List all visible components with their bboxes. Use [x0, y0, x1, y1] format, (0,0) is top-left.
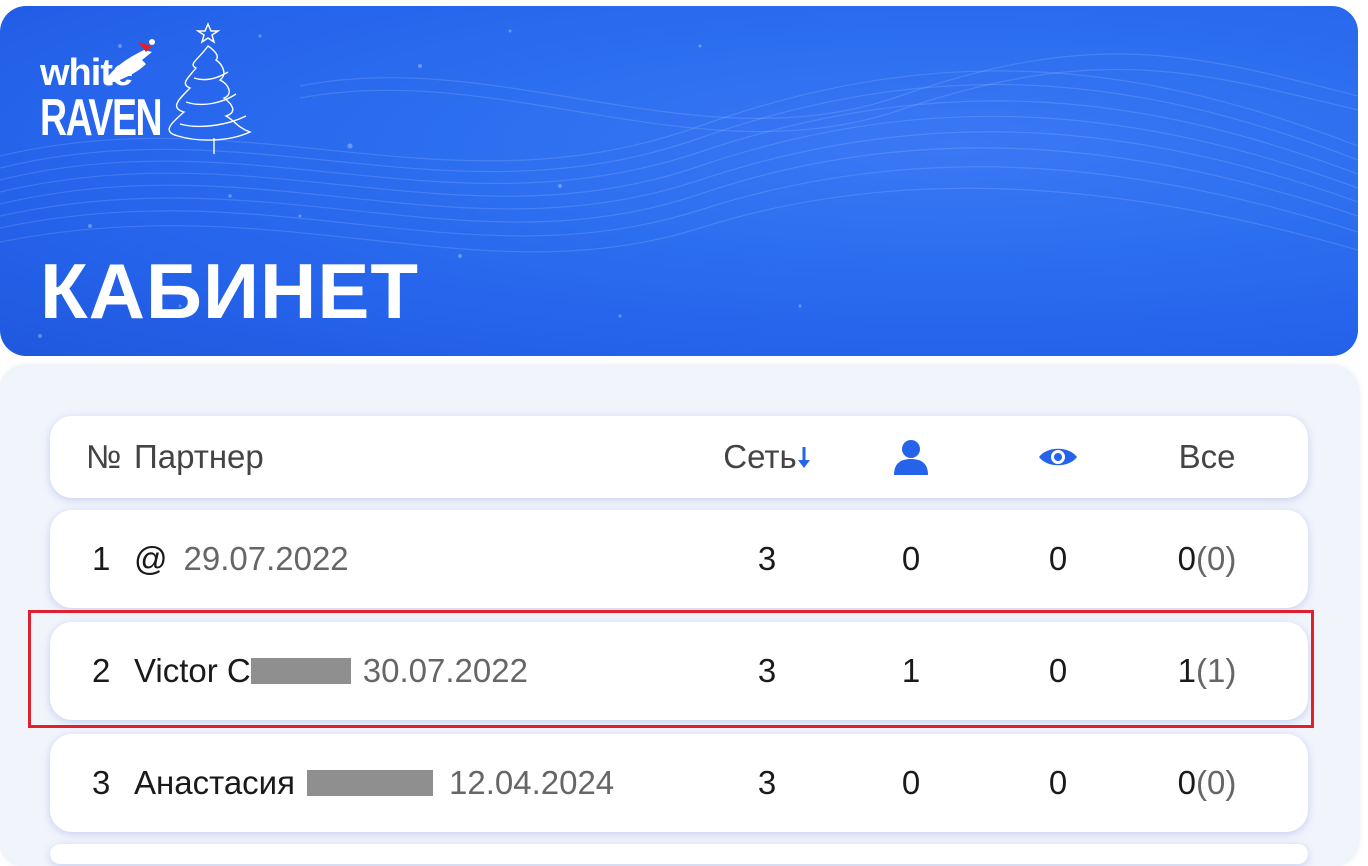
users-count: 0 [901, 764, 921, 801]
header-users-sort[interactable] [850, 416, 972, 498]
partner-name-text: Анастасия [134, 764, 295, 801]
header-network-label: Сеть [723, 438, 797, 475]
network-count: 3 [757, 540, 777, 577]
header-views-sort[interactable] [996, 416, 1120, 498]
header-number: № [86, 438, 122, 475]
partner-name[interactable]: Анастасия 12.04.2024 [134, 734, 614, 832]
arrow-down-icon [797, 447, 810, 468]
user-icon [894, 440, 928, 475]
join-date: 12.04.2024 [449, 764, 615, 801]
christmas-tree-icon [168, 22, 252, 154]
table-row[interactable]: 3 Анастасия 12.04.2024 3 0 0 0 (0) [50, 734, 1308, 832]
users-count: 0 [901, 540, 921, 577]
all-count-value: 0 [1177, 764, 1196, 801]
all-count: 0 (0) [1142, 734, 1272, 832]
row-number: 1 [92, 540, 111, 577]
header-banner: white RAVEN КАБИНЕТ [0, 6, 1358, 356]
highlight-box [28, 610, 1314, 728]
table-row[interactable]: 1 @ 29.07.2022 3 0 0 0 (0) [50, 510, 1308, 608]
views-count: 0 [1048, 764, 1068, 801]
all-count-paren: (0) [1196, 764, 1237, 801]
views-count: 0 [1048, 540, 1068, 577]
table-row-partial [50, 844, 1308, 864]
partner-name[interactable]: @ 29.07.2022 [134, 510, 349, 608]
header-network-sort[interactable]: Сеть [702, 416, 832, 498]
eye-icon [1039, 448, 1077, 466]
white-raven-logo[interactable]: white RAVEN [38, 20, 268, 160]
all-count-value: 0 [1177, 540, 1196, 577]
header-all[interactable]: Все [1142, 416, 1272, 498]
table-header: № Партнер Сеть Все [50, 416, 1308, 498]
network-count: 3 [757, 764, 777, 801]
row-number: 3 [92, 764, 111, 801]
join-date: 29.07.2022 [183, 540, 349, 577]
all-count: 0 (0) [1142, 510, 1272, 608]
all-count-paren: (0) [1196, 540, 1237, 577]
header-partner: Партнер [134, 438, 264, 475]
partner-name-text: @ [134, 540, 168, 577]
redacted-surname [307, 770, 433, 796]
page-title: КАБИНЕТ [40, 247, 420, 335]
